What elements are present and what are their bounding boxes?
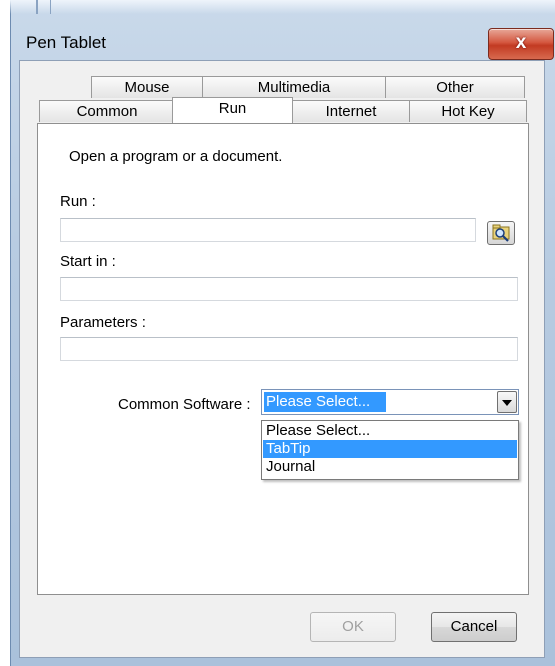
option-tabtip[interactable]: TabTip	[263, 440, 517, 458]
browse-button[interactable]	[487, 221, 515, 245]
selected-value: Please Select...	[264, 392, 386, 412]
start-in-label: Start in :	[60, 253, 116, 270]
tab-internet[interactable]: Internet	[292, 100, 410, 122]
tab-mouse[interactable]: Mouse	[91, 76, 203, 98]
browse-folder-icon	[492, 224, 510, 242]
option-journal[interactable]: Journal	[263, 458, 517, 476]
ok-button[interactable]: OK	[310, 612, 396, 642]
parameters-input[interactable]	[60, 337, 518, 361]
run-label: Run :	[60, 193, 96, 210]
tab-multimedia[interactable]: Multimedia	[202, 76, 386, 98]
dropdown-button[interactable]	[497, 391, 517, 413]
run-description: Open a program or a document.	[69, 148, 283, 165]
window-title: Pen Tablet	[26, 33, 107, 52]
cancel-button[interactable]: Cancel	[431, 612, 517, 642]
tab-other[interactable]: Other	[385, 76, 525, 98]
tab-run[interactable]: Run	[172, 97, 293, 123]
run-path-input[interactable]	[60, 218, 476, 242]
frame-edge	[36, 0, 38, 14]
start-in-input[interactable]	[60, 277, 518, 301]
option-please-select[interactable]: Please Select...	[263, 422, 517, 440]
frame-edge	[50, 0, 51, 14]
parameters-label: Parameters :	[60, 314, 146, 331]
common-software-label: Common Software :	[118, 396, 251, 413]
chevron-down-icon	[502, 400, 512, 406]
tab-hot-key[interactable]: Hot Key	[409, 100, 527, 122]
window-frame-shine	[10, 0, 555, 14]
common-software-select[interactable]: Please Select...	[261, 389, 519, 415]
tab-common[interactable]: Common	[39, 100, 175, 122]
common-software-options: Please Select... TabTip Journal	[261, 420, 519, 480]
title-bar[interactable]: Pen Tablet x	[10, 14, 555, 64]
close-button[interactable]: x	[488, 28, 554, 60]
close-icon: x	[515, 32, 527, 53]
